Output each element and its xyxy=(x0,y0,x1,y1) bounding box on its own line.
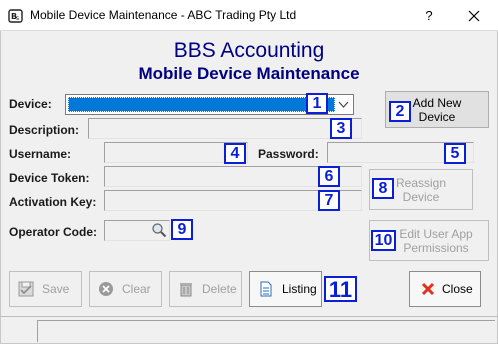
edit-user-app-permissions-label: Edit User App Permissions xyxy=(399,227,473,255)
device-token-label: Device Token: xyxy=(9,171,90,185)
callout-2: 2 xyxy=(389,101,411,122)
close-button[interactable]: Close xyxy=(409,271,481,307)
callout-10: 10 xyxy=(371,230,396,251)
username-label: Username: xyxy=(9,147,72,161)
search-icon[interactable] xyxy=(151,222,167,238)
callout-5: 5 xyxy=(444,143,466,164)
listing-button[interactable]: Listing xyxy=(249,271,322,307)
callout-11: 11 xyxy=(324,276,357,302)
status-panel xyxy=(37,320,495,342)
callout-6: 6 xyxy=(318,166,340,187)
help-button[interactable]: ? xyxy=(420,6,438,26)
clear-button[interactable]: Clear xyxy=(89,271,162,307)
description-label: Description: xyxy=(9,123,80,137)
status-bar xyxy=(0,316,498,344)
activation-key-label: Activation Key: xyxy=(9,195,97,209)
device-selected-value xyxy=(68,97,335,112)
description-field[interactable] xyxy=(88,118,362,139)
operator-code-label: Operator Code: xyxy=(9,225,98,239)
callout-8: 8 xyxy=(372,178,394,199)
bbs-logo-icon: B s xyxy=(8,9,23,23)
delete-label: Delete xyxy=(202,282,237,296)
trash-icon xyxy=(180,283,192,297)
callout-3: 3 xyxy=(330,118,352,139)
save-button[interactable]: Save xyxy=(9,271,82,307)
svg-text:s: s xyxy=(16,15,19,22)
close-icon xyxy=(421,282,435,296)
app-title: BBS Accounting xyxy=(173,39,325,62)
save-label: Save xyxy=(42,282,70,296)
chevron-down-icon[interactable] xyxy=(335,96,352,113)
callout-9: 9 xyxy=(171,219,193,240)
listing-label: Listing xyxy=(282,282,317,296)
window-titlebar: B s Mobile Device Maintenance - ABC Trad… xyxy=(0,0,498,31)
callout-1: 1 xyxy=(306,93,328,114)
delete-button[interactable]: Delete xyxy=(169,271,242,307)
save-icon xyxy=(18,281,34,297)
document-icon xyxy=(260,281,272,297)
callout-4: 4 xyxy=(224,143,246,164)
clear-label: Clear xyxy=(122,282,151,296)
window-title: Mobile Device Maintenance - ABC Trading … xyxy=(30,8,297,22)
password-label: Password: xyxy=(258,147,319,161)
clear-icon xyxy=(99,282,113,296)
callout-7: 7 xyxy=(318,190,340,211)
close-label: Close xyxy=(442,282,473,296)
device-label: Device: xyxy=(9,97,52,111)
window-close-button[interactable] xyxy=(456,4,492,28)
page-title: Mobile Device Maintenance xyxy=(138,64,360,83)
